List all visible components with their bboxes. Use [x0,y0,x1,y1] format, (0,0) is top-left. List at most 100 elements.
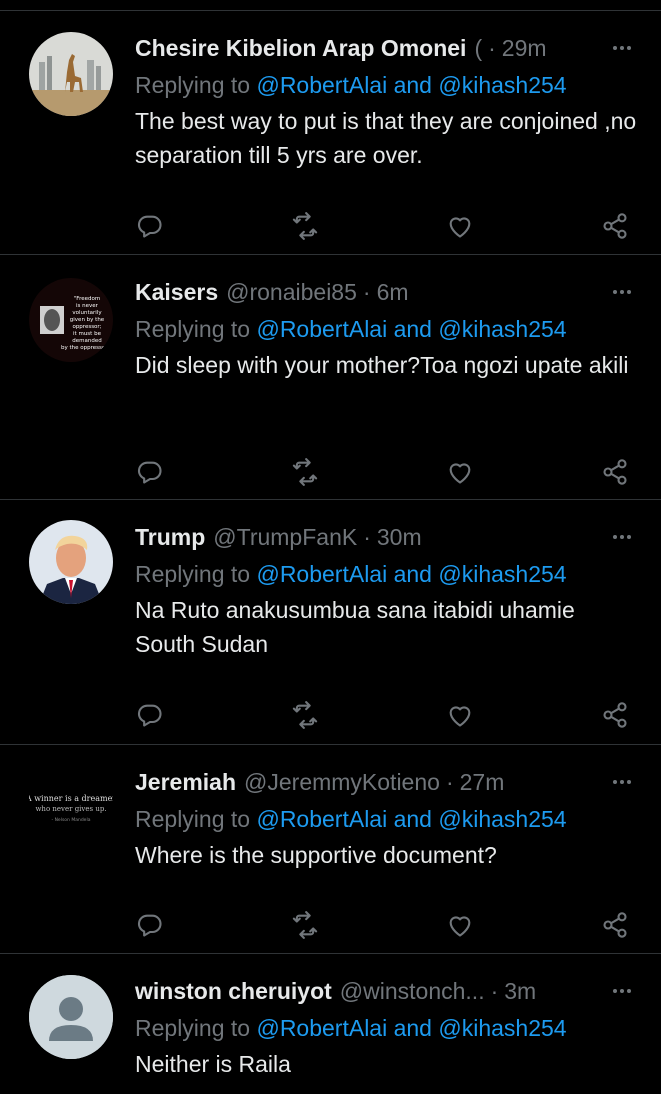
reply-icon[interactable] [130,695,170,735]
tweet[interactable]: A winner is a dreamer who never gives up… [0,745,661,953]
avatar-quote-1: A winner is a dreamer [29,794,113,803]
tweet-text: Na Ruto anakusumbua sana itabidi uhamie … [135,597,575,657]
share-icon[interactable] [595,695,635,735]
tweet-text: Where is the supportive document? [135,842,497,868]
replying-and[interactable]: and [394,316,432,342]
avatar[interactable]: "Freedom is never voluntarily given by t… [29,278,113,362]
svg-text:voluntarily: voluntarily [72,310,102,316]
replying-prefix: Replying to [135,72,251,98]
replying-and[interactable]: and [394,72,432,98]
replying-to: Replying to @RobertAlai and @kihash254 [135,804,641,834]
display-name[interactable]: Trump [135,524,205,551]
svg-text:given by the: given by the [70,317,105,323]
dot-separator: · [363,523,371,550]
reply-icon[interactable] [130,206,170,246]
share-icon[interactable] [595,452,635,492]
like-icon[interactable] [440,905,480,945]
retweet-icon[interactable] [285,452,325,492]
like-icon[interactable] [440,206,480,246]
retweet-icon[interactable] [285,206,325,246]
timestamp[interactable]: 30m [377,524,422,551]
tweet[interactable]: Trump @TrumpFanK · 30m Replying to @Robe… [0,500,661,744]
tweet-header: winston cheruiyot @winstonch... · 3m [135,974,641,1008]
display-name[interactable]: Kaisers [135,279,218,306]
tweet-actions [0,695,661,735]
more-icon[interactable] [607,974,637,1008]
svg-text:it must be: it must be [73,331,102,337]
avatar[interactable] [29,975,113,1059]
tweet-header: Jeremiah @JeremmyKotieno · 27m [135,765,641,799]
tweet-content: Jeremiah @JeremmyKotieno · 27m Replying … [135,765,641,872]
replying-prefix: Replying to [135,1015,251,1041]
tweet-content: Kaisers @ronaibei85 · 6m Replying to @Ro… [135,275,641,382]
tweet[interactable]: "Freedom is never voluntarily given by t… [0,255,661,499]
mention-link[interactable]: @kihash254 [438,561,566,587]
replying-to: Replying to @RobertAlai and @kihash254 [135,70,641,100]
mention-link[interactable]: @RobertAlai [256,806,387,832]
display-name[interactable]: winston cheruiyot [135,978,332,1005]
tweet-text: The best way to put is that they are con… [135,108,637,168]
avatar[interactable]: A winner is a dreamer who never gives up… [29,767,113,851]
like-icon[interactable] [440,695,480,735]
timestamp[interactable]: 27m [460,769,505,796]
dot-separator: · [445,768,454,795]
default-profile-icon [29,975,113,1059]
quote-text-icon: A winner is a dreamer who never gives up… [29,767,113,851]
tweet-actions [0,206,661,246]
timestamp[interactable]: 29m [502,35,547,62]
mention-link[interactable]: @RobertAlai [256,561,387,587]
avatar-quote-2: who never gives up. [35,805,106,813]
replying-prefix: Replying to [135,561,251,587]
tweet-content: winston cheruiyot @winstonch... · 3m Rep… [135,974,641,1081]
more-icon[interactable] [607,275,637,309]
mention-link[interactable]: @RobertAlai [256,316,387,342]
mention-link[interactable]: @kihash254 [438,1015,566,1041]
mention-link[interactable]: @RobertAlai [256,1015,387,1041]
portrait-icon [29,520,113,604]
display-name[interactable]: Chesire Kibelion Arap Omonei [135,35,466,62]
retweet-icon[interactable] [285,695,325,735]
giraffe-city-icon [29,32,113,116]
user-handle[interactable]: @JeremmyKotieno [244,769,440,796]
tweet-header: Kaisers @ronaibei85 · 6m [135,275,641,309]
svg-text:demanded: demanded [72,338,101,344]
reply-icon[interactable] [130,905,170,945]
dot-separator: · [362,278,371,305]
timestamp[interactable]: 3m [504,978,536,1005]
user-handle[interactable]: @ronaibei85 [226,279,357,306]
mention-link[interactable]: @kihash254 [438,806,566,832]
more-icon[interactable] [607,520,637,554]
user-handle[interactable]: @winstonch... [340,978,485,1005]
retweet-icon[interactable] [285,905,325,945]
replying-to: Replying to @RobertAlai and @kihash254 [135,314,641,344]
avatar[interactable] [29,32,113,116]
replying-prefix: Replying to [135,806,251,832]
replying-to: Replying to @RobertAlai and @kihash254 [135,1013,641,1043]
mention-link[interactable]: @RobertAlai [256,72,387,98]
replying-and[interactable]: and [394,806,432,832]
more-icon[interactable] [607,31,637,65]
tweet[interactable]: winston cheruiyot @winstonch... · 3m Rep… [0,954,661,1094]
tweet-actions [0,452,661,492]
mention-link[interactable]: @kihash254 [438,316,566,342]
svg-text:"Freedom: "Freedom [74,296,100,302]
replying-and[interactable]: and [394,1015,432,1041]
replying-and[interactable]: and [394,561,432,587]
tweet-header: Chesire Kibelion Arap Omonei ( · 29m [135,31,641,65]
mention-link[interactable]: @kihash254 [438,72,566,98]
avatar-quote-3: - Nelson Mandela [52,817,91,823]
svg-text:oppressor;: oppressor; [72,324,101,330]
display-name[interactable]: Jeremiah [135,769,236,796]
timestamp[interactable]: 6m [377,279,409,306]
share-icon[interactable] [595,905,635,945]
like-icon[interactable] [440,452,480,492]
svg-text:is never: is never [76,303,99,309]
reply-icon[interactable] [130,452,170,492]
dot-separator: · [490,977,499,1004]
user-handle[interactable]: @TrumpFanK [213,524,357,551]
share-icon[interactable] [595,206,635,246]
tweet[interactable]: Chesire Kibelion Arap Omonei ( · 29m Rep… [0,11,661,254]
avatar[interactable] [29,520,113,604]
tweet-header: Trump @TrumpFanK · 30m [135,520,641,554]
more-icon[interactable] [607,765,637,799]
